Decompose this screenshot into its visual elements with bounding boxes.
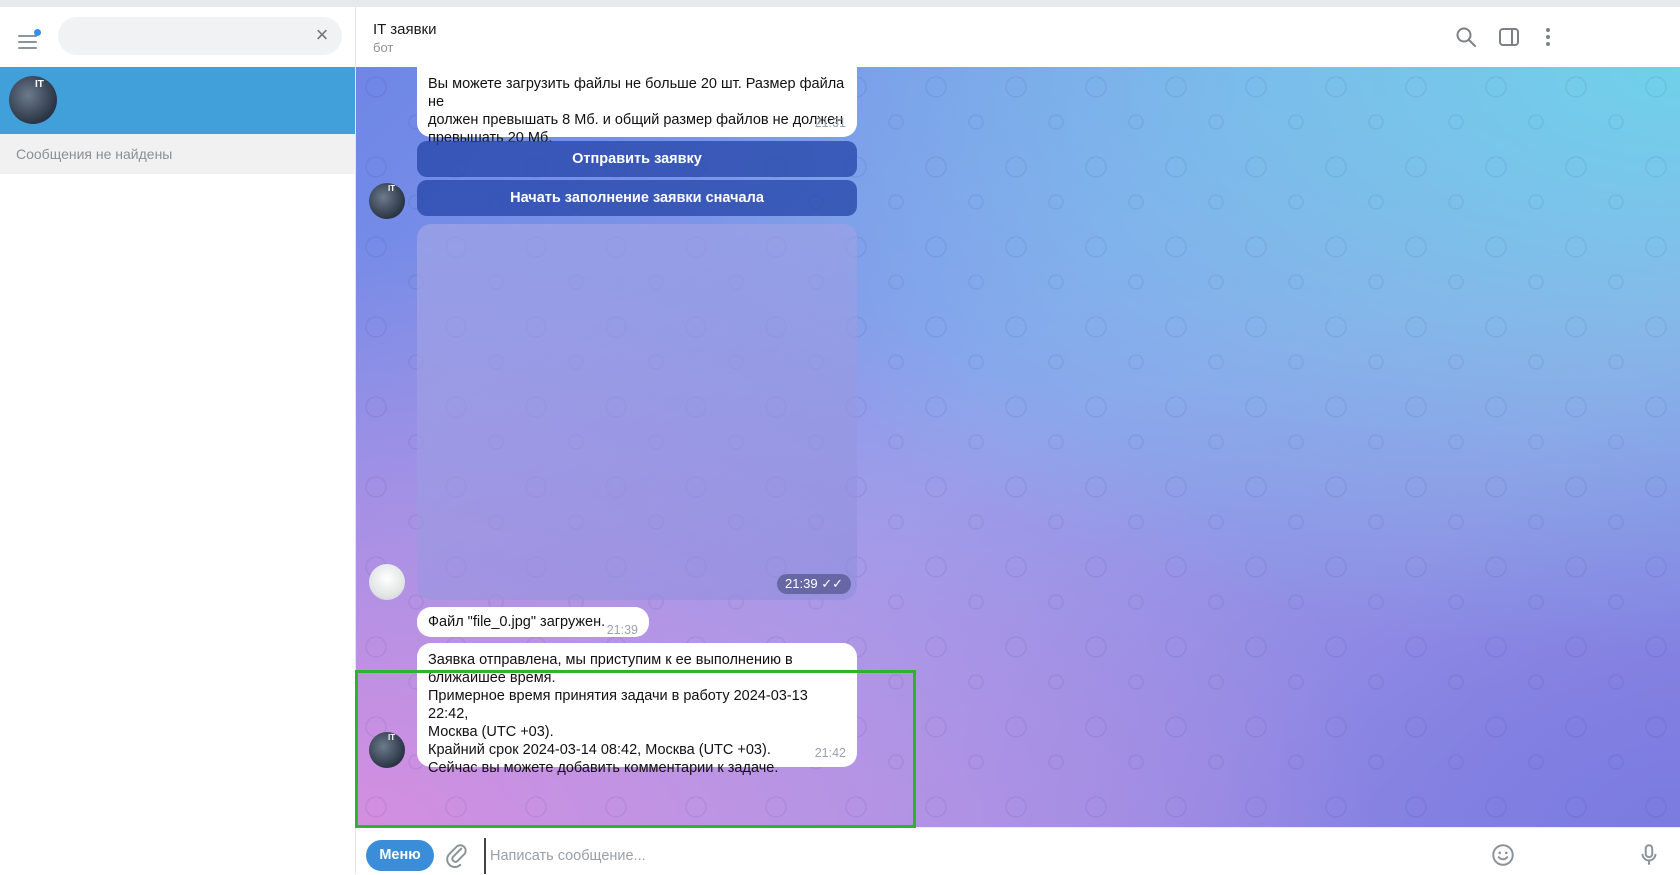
message-time: 21:31 (814, 116, 846, 130)
emoji-icon[interactable] (1490, 842, 1516, 868)
chat-item-it-zayavki[interactable]: IT (0, 67, 355, 134)
message-time: 21:42 (814, 746, 846, 760)
photo-time-badge: 21:39 ✓✓ (777, 574, 851, 594)
no-results-row: Сообщения не найдены (0, 134, 355, 174)
message-text: Заявка отправлена, мы приступим к ее вып… (428, 652, 808, 776)
bot-avatar[interactable]: IT (369, 183, 405, 219)
message-composer: Меню (356, 827, 1680, 875)
microphone-icon[interactable] (1636, 842, 1662, 868)
search-box[interactable]: × (58, 17, 342, 55)
submit-request-button[interactable]: Отправить заявку (417, 141, 857, 177)
double-check-icon: ✓✓ (821, 576, 843, 591)
chat-subtitle: бот (373, 40, 394, 55)
photo-message[interactable]: 21:39 ✓✓ (417, 224, 857, 600)
photo-time: 21:39 (785, 576, 818, 591)
user-avatar[interactable] (369, 564, 405, 600)
window-top-strip (0, 0, 1680, 7)
menu-icon[interactable] (14, 29, 42, 53)
message-bubble[interactable]: Вы можете загрузить файлы не больше 20 ш… (417, 67, 857, 146)
avatar-label: IT (388, 733, 396, 742)
attach-icon[interactable] (444, 842, 470, 868)
avatar: IT (9, 76, 57, 124)
message-time: 21:39 (606, 623, 638, 637)
avatar-label: IT (388, 184, 396, 193)
notification-dot (34, 29, 41, 36)
message-bubble[interactable]: Файл "file_0.jpg" загружен. 21:39 (417, 607, 649, 637)
restart-request-button[interactable]: Начать заполнение заявки сначала (417, 180, 857, 216)
message-input[interactable] (484, 838, 1542, 874)
chat-header[interactable]: IT заявки бот (356, 7, 1680, 68)
avatar-label: IT (35, 79, 44, 90)
sidebar-toggle-icon[interactable] (1497, 25, 1521, 49)
chat-background: Вы можете загрузить файлы не больше 20 ш… (356, 67, 1680, 827)
close-icon[interactable]: × (312, 24, 332, 46)
chat-title[interactable]: IT заявки (373, 21, 436, 38)
no-results-text: Сообщения не найдены (16, 146, 173, 162)
message-bubble[interactable]: Заявка отправлена, мы приступим к ее вып… (417, 643, 857, 776)
bot-menu-button[interactable]: Меню (366, 840, 434, 871)
chat-pane: IT заявки бот Вы можете загрузить файлы … (356, 7, 1680, 875)
left-panel: × IT Сообщения не найдены (0, 7, 356, 874)
more-icon[interactable] (1536, 25, 1560, 49)
search-icon[interactable] (1454, 25, 1478, 49)
bot-avatar[interactable]: IT (369, 732, 405, 768)
